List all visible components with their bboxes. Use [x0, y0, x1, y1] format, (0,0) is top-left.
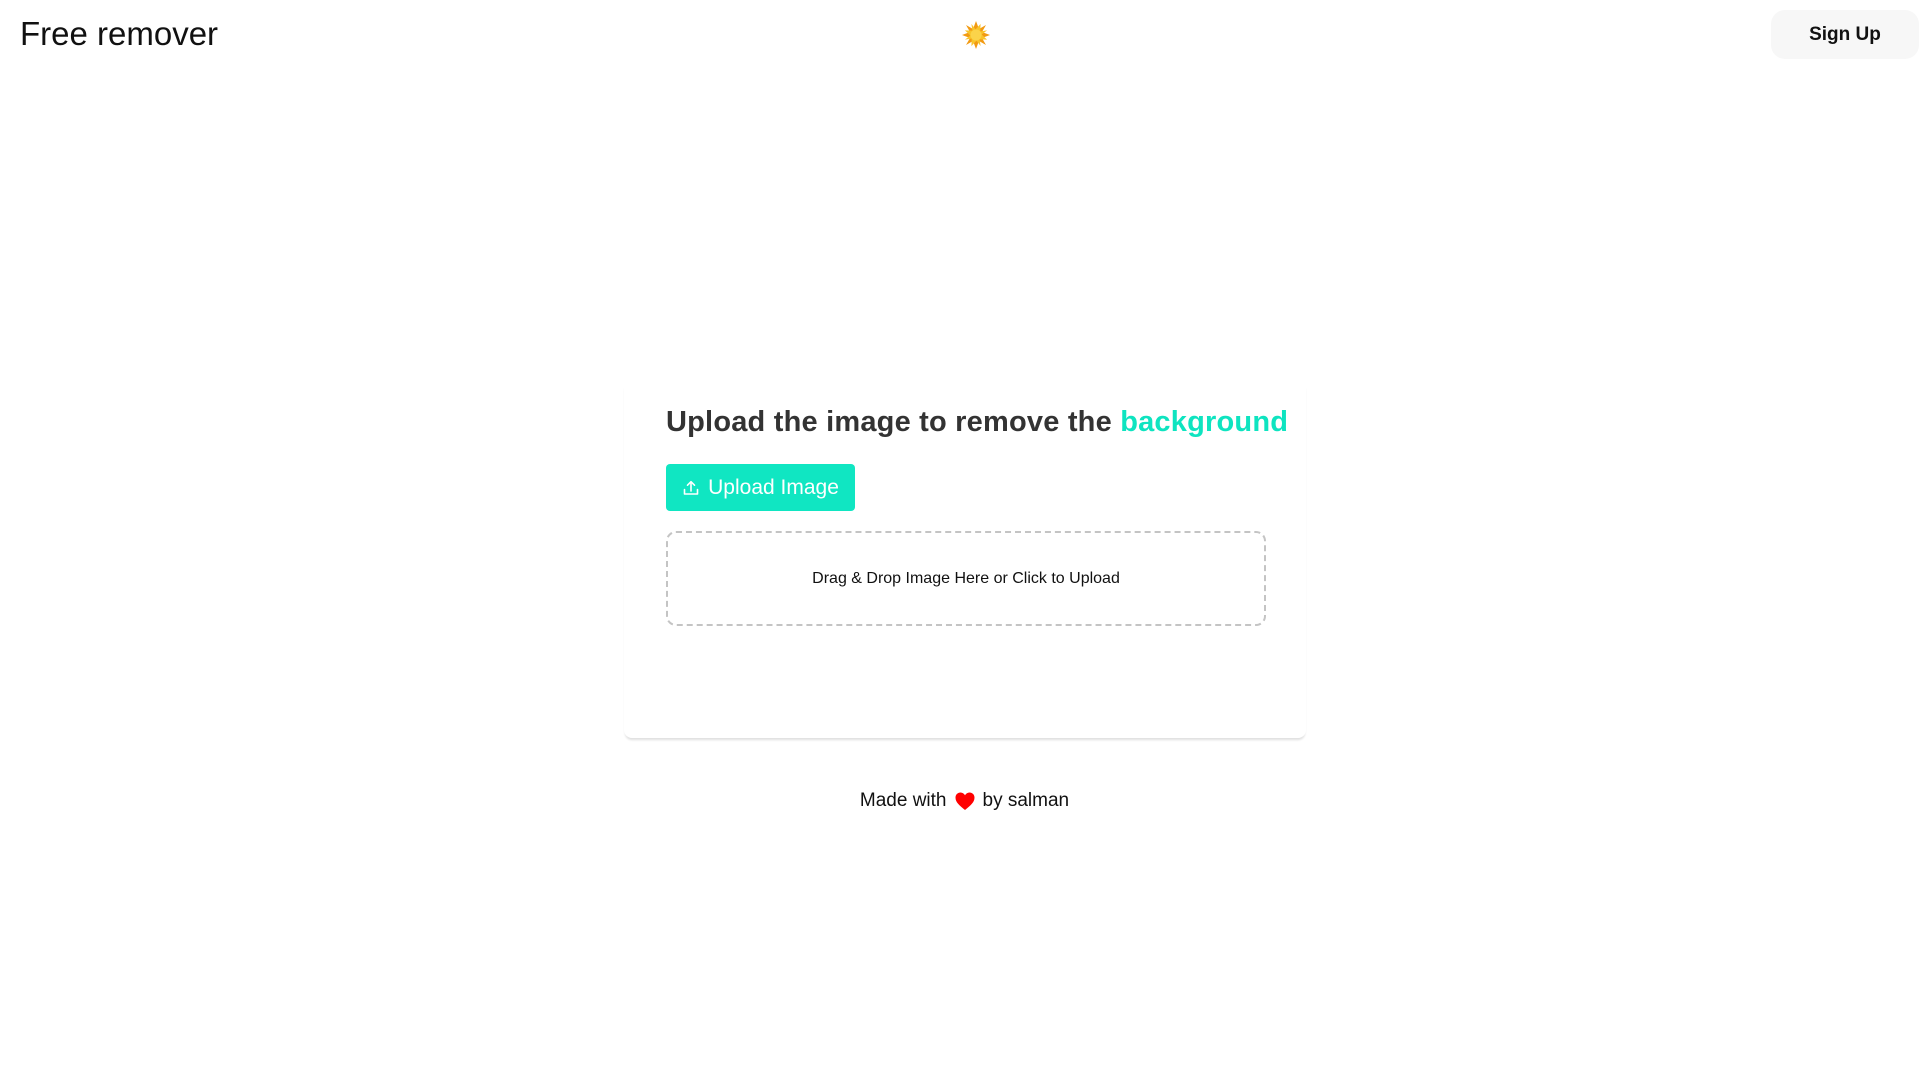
upload-button-label: Upload Image — [708, 475, 839, 499]
sun-icon — [962, 21, 990, 49]
sign-up-button[interactable]: Sign Up — [1771, 10, 1919, 59]
page-headline: Upload the image to remove the backgroun… — [666, 406, 1288, 439]
headline-accent: background — [1120, 406, 1289, 438]
upload-card: Upload the image to remove the backgroun… — [624, 380, 1306, 738]
drop-zone-text: Drag & Drop Image Here or Click to Uploa… — [812, 569, 1120, 587]
upload-image-button[interactable]: Upload Image — [666, 464, 855, 511]
drop-zone[interactable]: Drag & Drop Image Here or Click to Uploa… — [666, 531, 1266, 626]
footer-author: by salman — [982, 790, 1070, 811]
upload-icon — [683, 480, 699, 495]
footer-credit: Made with by salman — [0, 790, 1920, 812]
headline-text: Upload the image to remove the — [666, 406, 1112, 438]
heart-icon — [955, 792, 974, 810]
top-header: Free remover Sign Up — [0, 0, 1920, 70]
brand-logo-text[interactable]: Free remover — [20, 14, 218, 54]
footer-prefix: Made with — [859, 790, 947, 811]
theme-toggle-button[interactable] — [957, 16, 995, 54]
